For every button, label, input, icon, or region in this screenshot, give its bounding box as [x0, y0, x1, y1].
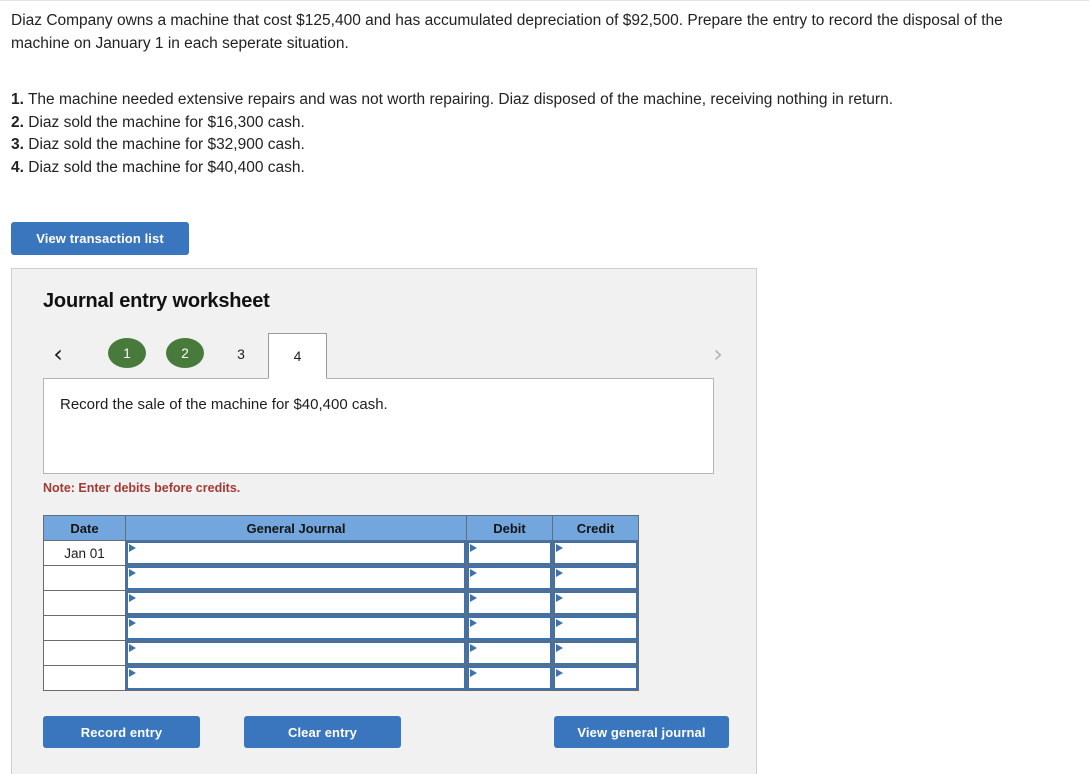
- debit-input[interactable]: [467, 641, 552, 665]
- account-input[interactable]: [126, 616, 466, 640]
- situation-list: 1. The machine needed extensive repairs …: [11, 89, 1051, 179]
- debit-cell[interactable]: [466, 590, 553, 616]
- debits-before-credits-note: Note: Enter debits before credits.: [43, 481, 241, 495]
- chevron-right-icon[interactable]: ›: [705, 339, 731, 369]
- debit-input[interactable]: [467, 666, 552, 690]
- account-input[interactable]: [126, 591, 466, 615]
- view-general-journal-button[interactable]: View general journal: [554, 716, 729, 748]
- table-row: [43, 565, 639, 591]
- tab-2[interactable]: 2: [166, 338, 204, 368]
- credit-input[interactable]: [553, 591, 638, 615]
- credit-cell[interactable]: [552, 615, 639, 641]
- page-title: Journal entry worksheet: [43, 290, 270, 312]
- tab-4[interactable]: 4: [268, 333, 327, 379]
- tab-3[interactable]: 3: [222, 335, 260, 373]
- credit-input[interactable]: [553, 666, 638, 690]
- chevron-left-icon[interactable]: ‹: [45, 339, 71, 369]
- credit-input[interactable]: [553, 541, 638, 565]
- debit-cell[interactable]: [466, 640, 553, 666]
- situation-text: The machine needed extensive repairs and…: [27, 91, 894, 108]
- general-journal-cell[interactable]: [125, 540, 467, 566]
- list-item: 1. The machine needed extensive repairs …: [11, 89, 1051, 112]
- date-cell: [43, 565, 126, 591]
- journal-entry-worksheet-panel: Journal entry worksheet ‹ › 1 2 3 4 Reco…: [11, 268, 757, 774]
- debit-cell[interactable]: [466, 665, 553, 691]
- situation-number: 3.: [11, 136, 24, 153]
- table-row: [43, 615, 639, 641]
- general-journal-table: Date General Journal Debit Credit Jan 01: [43, 515, 639, 691]
- situation-text: Diaz sold the machine for $40,400 cash.: [28, 158, 305, 176]
- account-input[interactable]: [126, 641, 466, 665]
- debit-input[interactable]: [467, 591, 552, 615]
- credit-cell[interactable]: [552, 540, 639, 566]
- list-item: 2. Diaz sold the machine for $16,300 cas…: [11, 112, 1051, 135]
- top-divider: [0, 0, 1089, 1]
- list-item: 3. Diaz sold the machine for $32,900 cas…: [11, 134, 1051, 157]
- debit-cell[interactable]: [466, 615, 553, 641]
- date-cell: [43, 615, 126, 641]
- table-header-row: Date General Journal Debit Credit: [43, 515, 639, 541]
- transaction-description-text: Record the sale of the machine for $40,4…: [60, 396, 388, 413]
- table-row: Jan 01: [43, 540, 639, 566]
- record-entry-button[interactable]: Record entry: [43, 716, 200, 748]
- credit-input[interactable]: [553, 641, 638, 665]
- general-journal-cell[interactable]: [125, 640, 467, 666]
- credit-cell[interactable]: [552, 640, 639, 666]
- clear-entry-button[interactable]: Clear entry: [244, 716, 401, 748]
- worksheet-tab-strip: ‹ › 1 2 3 4: [12, 331, 758, 379]
- general-journal-cell[interactable]: [125, 565, 467, 591]
- situation-number: 2.: [11, 113, 24, 131]
- credit-cell[interactable]: [552, 590, 639, 616]
- situation-text: Diaz sold the machine for $16,300 cash.: [28, 113, 305, 131]
- debit-input[interactable]: [467, 566, 552, 590]
- transaction-description-box: Record the sale of the machine for $40,4…: [43, 378, 714, 474]
- debit-input[interactable]: [467, 541, 552, 565]
- tab-1[interactable]: 1: [108, 338, 146, 368]
- column-header-date: Date: [43, 515, 126, 541]
- view-transaction-list-button[interactable]: View transaction list: [11, 222, 189, 255]
- credit-cell[interactable]: [552, 665, 639, 691]
- column-header-credit: Credit: [552, 515, 639, 541]
- debit-input[interactable]: [467, 616, 552, 640]
- date-cell: [43, 665, 126, 691]
- date-cell: Jan 01: [43, 540, 126, 566]
- problem-statement: Diaz Company owns a machine that cost $1…: [11, 12, 1003, 52]
- credit-input[interactable]: [553, 616, 638, 640]
- column-header-debit: Debit: [466, 515, 553, 541]
- list-item: 4. Diaz sold the machine for $40,400 cas…: [11, 157, 1051, 180]
- table-row: [43, 590, 639, 616]
- date-cell: [43, 640, 126, 666]
- debit-cell[interactable]: [466, 565, 553, 591]
- general-journal-cell[interactable]: [125, 615, 467, 641]
- general-journal-cell[interactable]: [125, 665, 467, 691]
- column-header-general-journal: General Journal: [125, 515, 467, 541]
- debit-cell[interactable]: [466, 540, 553, 566]
- general-journal-cell[interactable]: [125, 590, 467, 616]
- table-row: [43, 640, 639, 666]
- credit-input[interactable]: [553, 566, 638, 590]
- account-input[interactable]: [126, 541, 466, 565]
- account-input[interactable]: [126, 666, 466, 690]
- account-input[interactable]: [126, 566, 466, 590]
- situation-number: 4.: [11, 158, 24, 176]
- date-cell: [43, 590, 126, 616]
- credit-cell[interactable]: [552, 565, 639, 591]
- situation-text: Diaz sold the machine for $32,900 cash.: [28, 136, 305, 153]
- page-root: Diaz Company owns a machine that cost $1…: [0, 0, 1089, 774]
- situation-number: 1.: [11, 91, 24, 108]
- table-row: [43, 665, 639, 691]
